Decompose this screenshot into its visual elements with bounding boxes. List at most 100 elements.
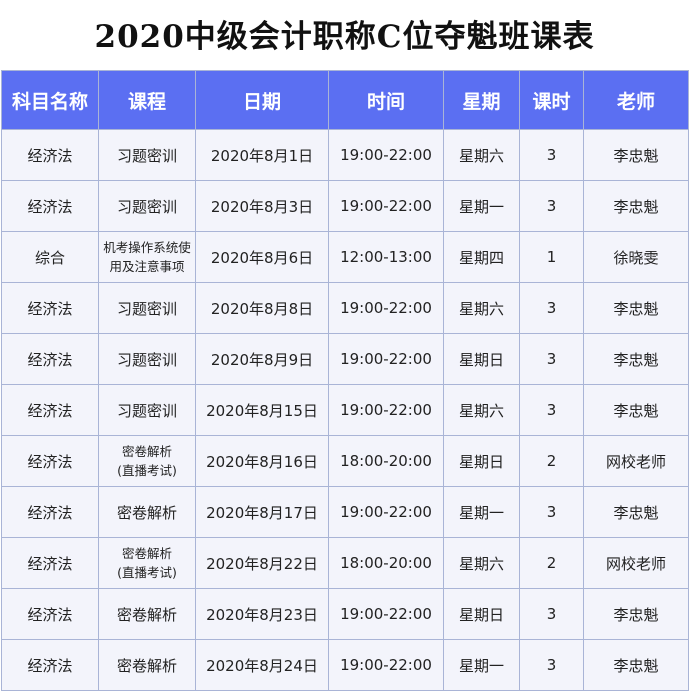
column-header-teacher: 老师 [583,70,689,130]
cell-time: 19:00-22:00 [328,180,444,232]
cell-subject: 经济法 [1,435,99,487]
table-row: 经济法 习题密训 2020年8月15日 19:00-22:00 星期六 3 李忠魁 [1,384,689,436]
cell-course: 机考操作系统使 用及注意事项 [98,231,196,283]
cell-date: 2020年8月23日 [195,588,329,640]
cell-hours: 3 [519,180,584,232]
cell-course: 密卷解析 (直播考试) [98,537,196,589]
cell-teacher: 李忠魁 [583,180,689,232]
cell-weekday: 星期四 [443,231,520,283]
page-title: 2020中级会计职称C位夺魁班课表 [94,19,595,55]
column-header-hours: 课时 [519,70,584,130]
course-line: 用及注意事项 [109,259,185,274]
cell-course: 习题密训 [98,180,196,232]
cell-weekday: 星期六 [443,282,520,334]
course-line: 密卷解析 [121,546,172,561]
course-line: 机考操作系统使 [103,240,191,255]
cell-teacher: 李忠魁 [583,333,689,385]
course-line: 密卷解析 [116,605,177,624]
cell-course: 习题密训 [98,333,196,385]
cell-weekday: 星期日 [443,588,520,640]
cell-date: 2020年8月9日 [195,333,329,385]
cell-weekday: 星期一 [443,639,520,691]
schedule-table: 科目名称 课程 日期 时间 星期 课时 老师 经济法 习题密训 2020年8月1日 1… [1,70,689,691]
cell-teacher: 李忠魁 [583,384,689,436]
cell-hours: 3 [519,282,584,334]
column-header-subject: 科目名称 [1,70,99,130]
cell-date: 2020年8月6日 [195,231,329,283]
course-line: 习题密训 [116,401,177,420]
cell-teacher: 李忠魁 [583,129,689,181]
schedule-body: 经济法 习题密训 2020年8月1日 19:00-22:00 星期六 3 李忠魁 经济法 习题密… [1,129,689,691]
cell-weekday: 星期日 [443,435,520,487]
cell-weekday: 星期一 [443,180,520,232]
cell-weekday: 星期六 [443,129,520,181]
cell-subject: 经济法 [1,282,99,334]
table-row: 经济法 习题密训 2020年8月3日 19:00-22:00 星期一 3 李忠魁 [1,180,689,232]
cell-subject: 经济法 [1,333,99,385]
cell-date: 2020年8月16日 [195,435,329,487]
cell-hours: 3 [519,129,584,181]
table-row: 经济法 密卷解析 2020年8月23日 19:00-22:00 星期日 3 李忠魁 [1,588,689,640]
cell-subject: 经济法 [1,486,99,538]
cell-date: 2020年8月24日 [195,639,329,691]
cell-weekday: 星期日 [443,333,520,385]
cell-time: 19:00-22:00 [328,282,444,334]
table-row: 经济法 密卷解析 2020年8月24日 19:00-22:00 星期一 3 李忠魁 [1,639,689,691]
schedule-page: 2020中级会计职称C位夺魁班课表 科目名称 课程 日期 时间 星期 课时 老师… [0,0,689,691]
cell-date: 2020年8月8日 [195,282,329,334]
table-row: 经济法 密卷解析 (直播考试) 2020年8月22日 18:00-20:00 星期六 2 网校… [1,537,689,589]
column-header-weekday: 星期 [443,70,520,130]
cell-time: 19:00-22:00 [328,639,444,691]
cell-course: 密卷解析 (直播考试) [98,435,196,487]
table-header-row: 科目名称 课程 日期 时间 星期 课时 老师 [1,70,689,130]
cell-weekday: 星期一 [443,486,520,538]
course-line: 习题密训 [116,299,177,318]
cell-subject: 经济法 [1,384,99,436]
course-line: 习题密训 [116,350,177,369]
cell-course: 密卷解析 [98,486,196,538]
cell-date: 2020年8月22日 [195,537,329,589]
column-header-course: 课程 [98,70,196,130]
cell-weekday: 星期六 [443,537,520,589]
cell-course: 习题密训 [98,282,196,334]
column-header-time: 时间 [328,70,444,130]
cell-subject: 经济法 [1,537,99,589]
cell-teacher: 李忠魁 [583,486,689,538]
cell-course: 习题密训 [98,129,196,181]
cell-teacher: 李忠魁 [583,639,689,691]
cell-date: 2020年8月1日 [195,129,329,181]
table-row: 经济法 密卷解析 (直播考试) 2020年8月16日 18:00-20:00 星期日 2 网校… [1,435,689,487]
cell-time: 19:00-22:00 [328,333,444,385]
cell-date: 2020年8月3日 [195,180,329,232]
course-line: 习题密训 [116,146,177,165]
table-row: 综合 机考操作系统使 用及注意事项 2020年8月6日 12:00-13:00 星期四 1 徐… [1,231,689,283]
cell-time: 12:00-13:00 [328,231,444,283]
cell-hours: 2 [519,435,584,487]
table-row: 经济法 习题密训 2020年8月9日 19:00-22:00 星期日 3 李忠魁 [1,333,689,385]
cell-teacher: 网校老师 [583,537,689,589]
cell-teacher: 徐晓雯 [583,231,689,283]
cell-weekday: 星期六 [443,384,520,436]
cell-time: 19:00-22:00 [328,588,444,640]
cell-hours: 2 [519,537,584,589]
course-line: 密卷解析 [121,444,172,459]
cell-date: 2020年8月17日 [195,486,329,538]
cell-hours: 3 [519,588,584,640]
cell-teacher: 网校老师 [583,435,689,487]
cell-hours: 3 [519,639,584,691]
course-line: 密卷解析 [116,503,177,522]
cell-hours: 1 [519,231,584,283]
course-line: (直播考试) [117,565,177,580]
course-line: 密卷解析 [116,656,177,675]
table-row: 经济法 习题密训 2020年8月8日 19:00-22:00 星期六 3 李忠魁 [1,282,689,334]
cell-date: 2020年8月15日 [195,384,329,436]
cell-course: 习题密训 [98,384,196,436]
cell-teacher: 李忠魁 [583,588,689,640]
cell-hours: 3 [519,333,584,385]
cell-subject: 综合 [1,231,99,283]
cell-course: 密卷解析 [98,588,196,640]
cell-subject: 经济法 [1,588,99,640]
cell-hours: 3 [519,384,584,436]
cell-teacher: 李忠魁 [583,282,689,334]
cell-time: 19:00-22:00 [328,129,444,181]
